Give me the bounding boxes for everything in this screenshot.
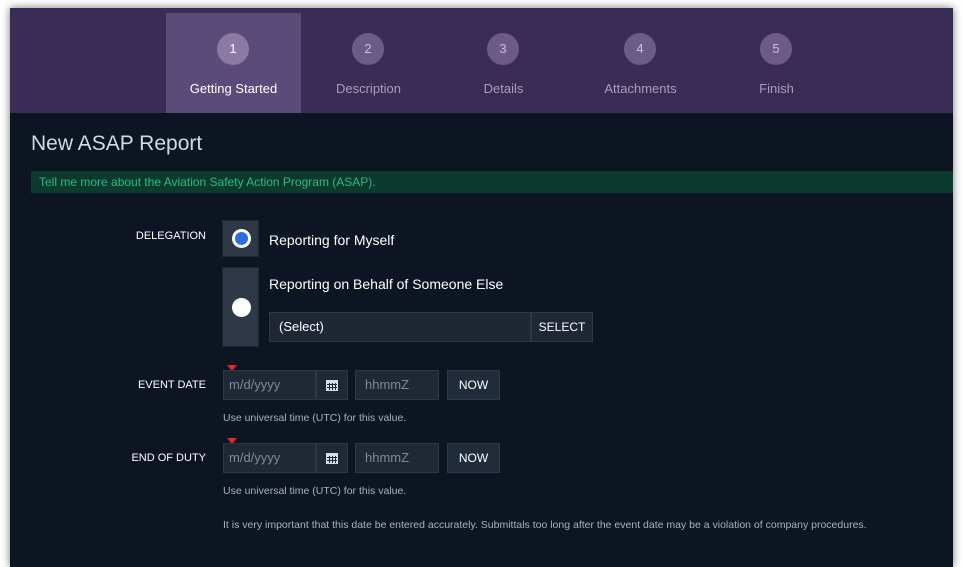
info-banner: Tell me more about the Aviation Safety A… — [31, 171, 953, 193]
step-label: Finish — [759, 81, 794, 96]
radio-other-container[interactable] — [222, 267, 259, 347]
option-other-label[interactable]: Reporting on Behalf of Someone Else — [269, 276, 503, 292]
step-label: Getting Started — [189, 81, 278, 96]
step-finish[interactable]: 5 Finish — [709, 13, 844, 113]
step-label: Details — [483, 81, 524, 96]
asap-info-link[interactable]: Tell me more about the Aviation Safety A… — [39, 175, 376, 189]
event-date-calendar-button[interactable] — [316, 370, 348, 400]
step-number: 4 — [624, 33, 656, 65]
radio-reporting-on-behalf[interactable] — [232, 298, 251, 317]
select-button[interactable]: SELECT — [531, 312, 593, 342]
step-label: Attachments — [604, 81, 677, 96]
end-of-duty-date-input[interactable]: m/d/yyyy — [223, 443, 316, 473]
step-label: Description — [335, 81, 402, 96]
step-details[interactable]: 3 Details — [436, 13, 571, 113]
delegation-label: DELEGATION — [135, 230, 206, 242]
end-of-duty-help: Use universal time (UTC) for this value. — [223, 485, 407, 497]
event-date-help: Use universal time (UTC) for this value. — [223, 412, 407, 424]
end-of-duty-warning: It is very important that this date be e… — [223, 519, 867, 531]
step-description[interactable]: 2 Description — [301, 13, 436, 113]
asap-report-window: 1 Getting Started 2 Description 3 Detail… — [10, 8, 953, 567]
step-number: 1 — [217, 33, 249, 65]
step-number: 5 — [760, 33, 792, 65]
end-of-duty-calendar-button[interactable] — [316, 443, 348, 473]
wizard-steps: 1 Getting Started 2 Description 3 Detail… — [10, 8, 953, 113]
calendar-icon — [326, 453, 338, 464]
event-now-button[interactable]: NOW — [447, 370, 500, 400]
event-date-label: EVENT DATE — [137, 379, 206, 391]
end-of-duty-time-input[interactable]: hhmmZ — [355, 443, 439, 473]
step-getting-started[interactable]: 1 Getting Started — [166, 13, 301, 113]
event-date-input[interactable]: m/d/yyyy — [223, 370, 316, 400]
end-of-duty-now-button[interactable]: NOW — [447, 443, 500, 473]
option-self-label[interactable]: Reporting for Myself — [269, 232, 394, 248]
delegate-select-field[interactable]: (Select) — [269, 312, 531, 342]
radio-reporting-for-myself[interactable] — [232, 229, 251, 248]
event-time-input[interactable]: hhmmZ — [355, 370, 439, 400]
step-attachments[interactable]: 4 Attachments — [573, 13, 708, 113]
step-number: 2 — [352, 33, 384, 65]
calendar-icon — [326, 380, 338, 391]
end-of-duty-label: END OF DUTY — [131, 452, 206, 464]
step-number: 3 — [487, 33, 519, 65]
page-title: New ASAP Report — [31, 132, 203, 155]
radio-self-container[interactable] — [222, 220, 259, 257]
